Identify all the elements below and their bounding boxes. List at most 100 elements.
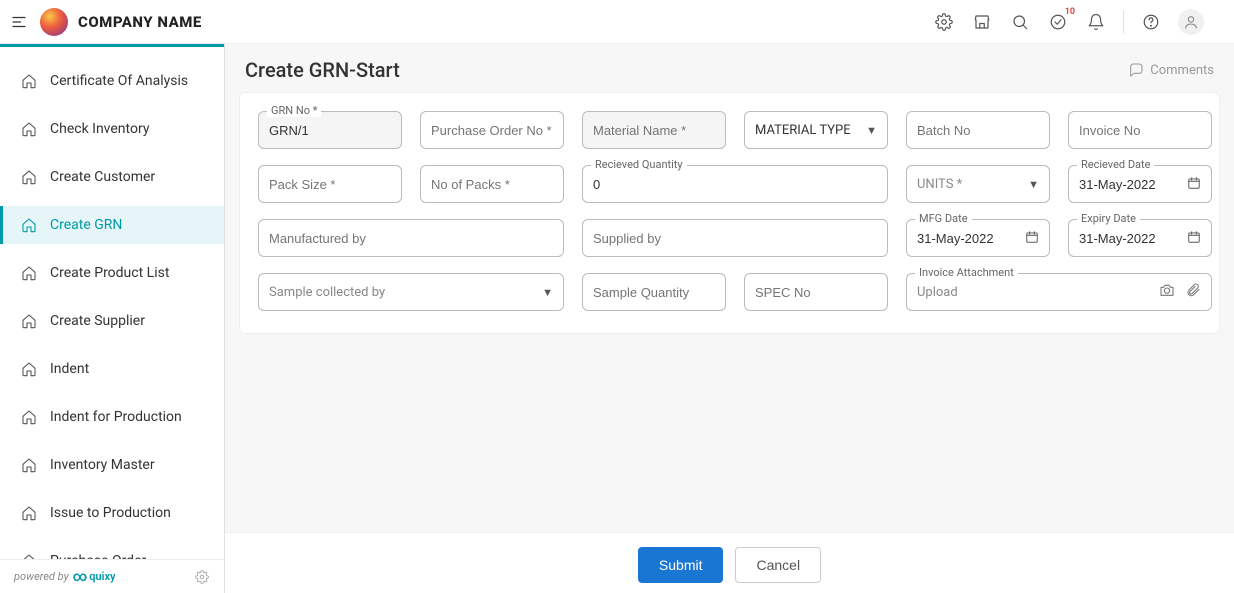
sidebar-item-label: Indent for Production xyxy=(50,409,182,425)
notifications-button[interactable] xyxy=(1085,11,1107,33)
no-of-packs-input[interactable] xyxy=(431,177,553,192)
page-header: Create GRN-Start Comments xyxy=(225,44,1234,92)
chevron-down-icon xyxy=(1208,17,1218,27)
comments-button[interactable]: Comments xyxy=(1128,62,1214,78)
batch-no-field[interactable] xyxy=(906,111,1050,149)
material-name-input[interactable] xyxy=(593,123,715,138)
home-icon xyxy=(20,552,38,559)
received-quantity-field[interactable]: Recieved Quantity xyxy=(582,165,888,203)
sidebar-item-check-inventory[interactable]: Check Inventory xyxy=(0,110,224,148)
invoice-no-field[interactable] xyxy=(1068,111,1212,149)
content-area: Create GRN-Start Comments GRN No * xyxy=(225,44,1234,593)
material-type-select[interactable]: MATERIAL TYPE ▼ xyxy=(744,111,888,149)
received-quantity-label: Recieved Quantity xyxy=(591,158,687,171)
expiry-date-field[interactable]: Expiry Date xyxy=(1068,219,1212,257)
sidebar-item-inventory-master[interactable]: Inventory Master xyxy=(0,446,224,484)
expiry-date-input[interactable] xyxy=(1079,231,1187,246)
activity-badge: 10 xyxy=(1065,7,1075,17)
received-date-input[interactable] xyxy=(1079,177,1187,192)
submit-button[interactable]: Submit xyxy=(638,547,724,583)
home-icon xyxy=(20,264,38,282)
powered-by-text: powered by xyxy=(14,570,69,583)
no-of-packs-field[interactable] xyxy=(420,165,564,203)
received-quantity-input[interactable] xyxy=(593,177,877,192)
chevron-down-icon: ▼ xyxy=(1028,178,1039,191)
sidebar-item-indent-for-production[interactable]: Indent for Production xyxy=(0,398,224,436)
chevron-down-icon: ▼ xyxy=(542,286,553,299)
menu-icon xyxy=(10,13,28,31)
sidebar-item-issue-to-production[interactable]: Issue to Production xyxy=(0,494,224,532)
manufactured-by-input[interactable] xyxy=(269,231,553,246)
quixy-logo: ∞quixy xyxy=(73,569,116,585)
sidebar-item-create-product-list[interactable]: Create Product List xyxy=(0,254,224,292)
material-name-field[interactable] xyxy=(582,111,726,149)
home-icon xyxy=(20,216,38,234)
home-icon xyxy=(20,408,38,426)
batch-no-input[interactable] xyxy=(917,123,1039,138)
grn-no-input[interactable] xyxy=(269,123,391,138)
received-date-field[interactable]: Recieved Date xyxy=(1068,165,1212,203)
paperclip-icon[interactable] xyxy=(1185,282,1201,302)
supplied-by-field[interactable] xyxy=(582,219,888,257)
supplied-by-input[interactable] xyxy=(593,231,877,246)
search-icon xyxy=(1011,13,1029,31)
sidebar-item-label: Create GRN xyxy=(50,217,122,233)
camera-icon[interactable] xyxy=(1159,282,1175,302)
user-menu[interactable] xyxy=(1178,9,1218,35)
sidebar-item-label: Inventory Master xyxy=(50,457,155,473)
top-bar-right: 10 xyxy=(933,9,1218,35)
mfg-date-field[interactable]: MFG Date xyxy=(906,219,1050,257)
page-title: Create GRN-Start xyxy=(245,58,400,82)
top-bar: COMPANY NAME 10 xyxy=(0,0,1234,44)
sidebar-item-create-supplier[interactable]: Create Supplier xyxy=(0,302,224,340)
settings-button[interactable] xyxy=(933,11,955,33)
comments-icon xyxy=(1128,62,1144,78)
brand-logo-icon xyxy=(40,8,68,36)
material-type-value: MATERIAL TYPE xyxy=(755,123,860,138)
activity-button[interactable]: 10 xyxy=(1047,11,1069,33)
calendar-icon xyxy=(1025,229,1039,248)
sample-quantity-input[interactable] xyxy=(593,285,715,300)
form-card: GRN No * MATERIAL TYPE ▼ xyxy=(239,92,1220,334)
sidebar-footer: powered by ∞quixy xyxy=(0,559,224,593)
received-date-label: Recieved Date xyxy=(1077,158,1154,171)
store-button[interactable] xyxy=(971,11,993,33)
sidebar-scroll[interactable]: Certificate Of Analysis Check Inventory … xyxy=(0,44,224,559)
units-select[interactable]: UNITS * ▼ xyxy=(906,165,1050,203)
chevron-down-icon: ▼ xyxy=(866,124,877,137)
home-icon xyxy=(20,504,38,522)
help-button[interactable] xyxy=(1140,11,1162,33)
sidebar-item-indent[interactable]: Indent xyxy=(0,350,224,388)
purchase-order-field[interactable] xyxy=(420,111,564,149)
grn-no-field[interactable]: GRN No * xyxy=(258,111,402,149)
sidebar-item-purchase-order[interactable]: Purchase Order xyxy=(0,542,224,559)
purchase-order-input[interactable] xyxy=(431,123,553,138)
brand-name: COMPANY NAME xyxy=(78,13,202,31)
sidebar-item-label: Create Product List xyxy=(50,265,169,281)
invoice-attachment-field[interactable]: Invoice Attachment Upload xyxy=(906,273,1212,311)
home-icon xyxy=(20,312,38,330)
search-button[interactable] xyxy=(1009,11,1031,33)
menu-toggle-button[interactable] xyxy=(8,11,30,33)
spec-no-input[interactable] xyxy=(755,285,877,300)
sample-quantity-field[interactable] xyxy=(582,273,726,311)
pack-size-field[interactable] xyxy=(258,165,402,203)
pack-size-input[interactable] xyxy=(269,177,391,192)
calendar-icon xyxy=(1187,175,1201,194)
sample-collected-select[interactable]: Sample collected by ▼ xyxy=(258,273,564,311)
mfg-date-input[interactable] xyxy=(917,231,1025,246)
cancel-button[interactable]: Cancel xyxy=(735,547,821,583)
invoice-no-input[interactable] xyxy=(1079,123,1201,138)
sidebar-accent-bar xyxy=(0,44,224,47)
sample-collected-placeholder: Sample collected by xyxy=(269,285,536,300)
store-icon xyxy=(973,13,991,31)
manufactured-by-field[interactable] xyxy=(258,219,564,257)
sidebar-item-create-customer[interactable]: Create Customer xyxy=(0,158,224,196)
home-icon xyxy=(20,360,38,378)
footer-settings-button[interactable] xyxy=(194,569,210,585)
gear-icon xyxy=(195,570,209,584)
sidebar-item-create-grn[interactable]: Create GRN xyxy=(0,206,224,244)
home-icon xyxy=(20,456,38,474)
spec-no-field[interactable] xyxy=(744,273,888,311)
sidebar-item-certificate-of-analysis[interactable]: Certificate Of Analysis xyxy=(0,62,224,100)
